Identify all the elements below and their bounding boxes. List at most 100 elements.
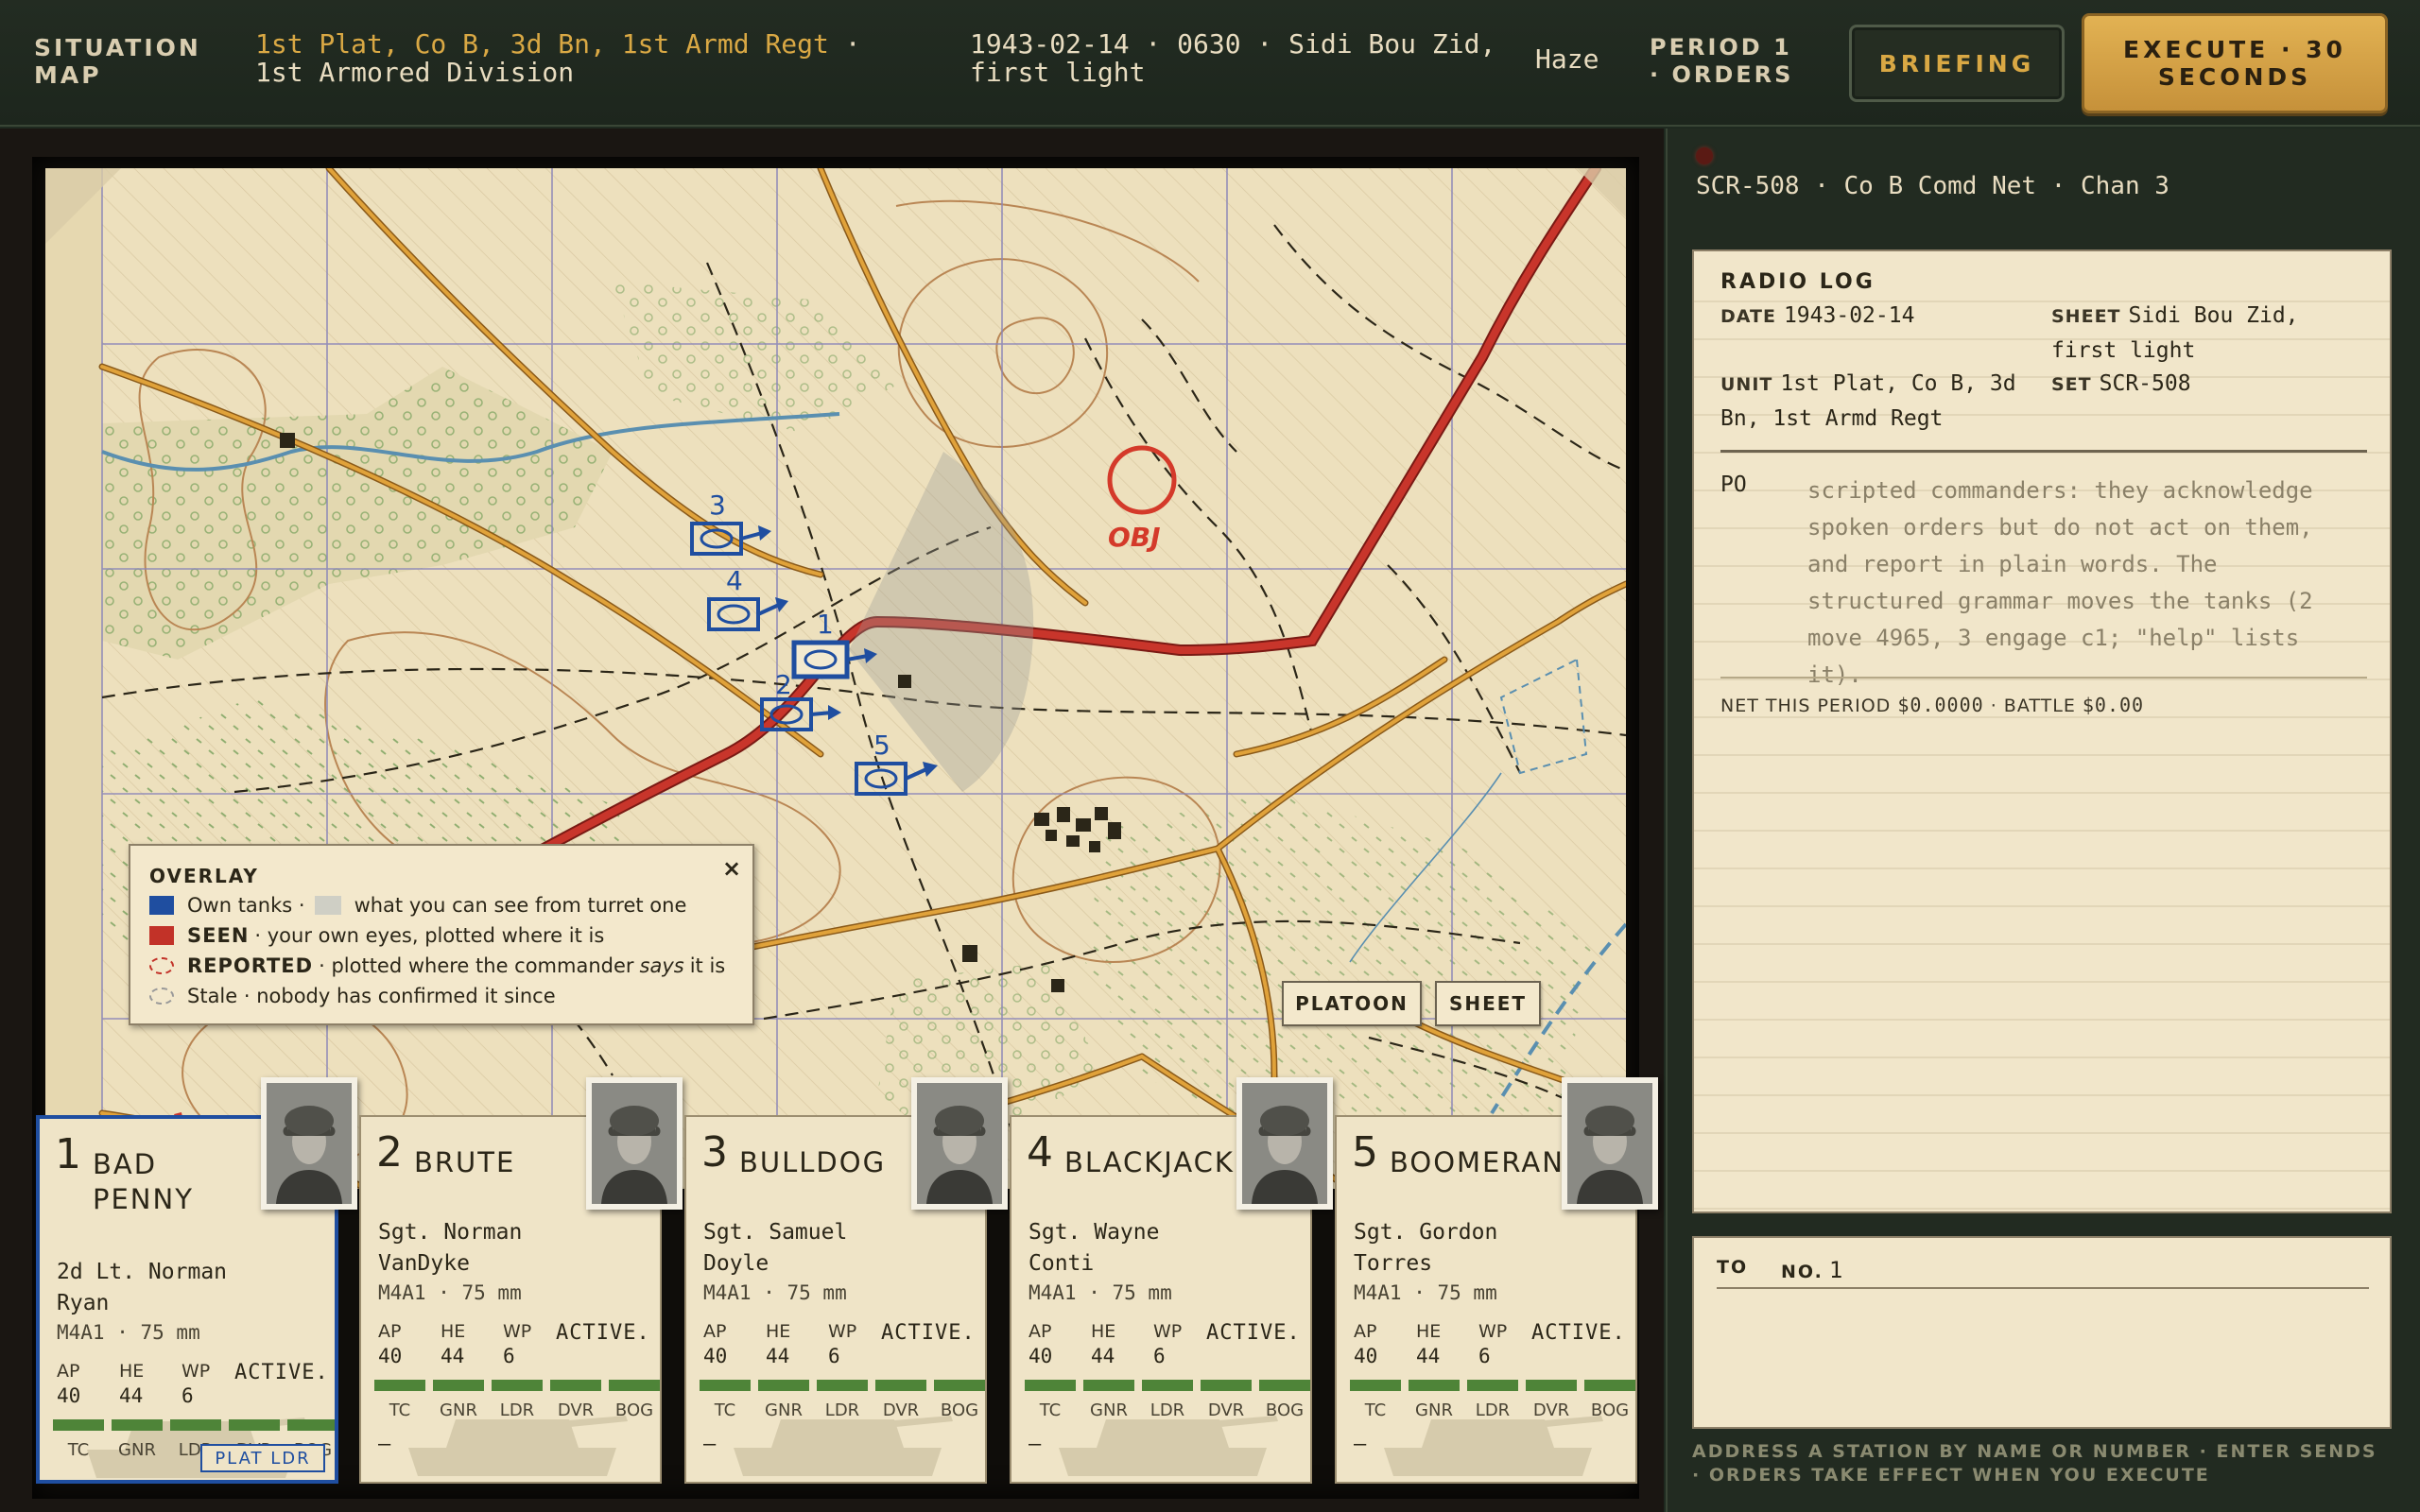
stat-value: 44 xyxy=(119,1384,144,1407)
overlay-title: OVERLAY xyxy=(149,865,259,887)
tank-note: — xyxy=(378,1433,391,1456)
sheet-button[interactable]: SHEET xyxy=(1435,981,1541,1026)
crew-ldr: LDR xyxy=(1142,1380,1193,1420)
commander-photo xyxy=(911,1077,1008,1210)
crew-status: TCGNRLDRDVRBOG xyxy=(374,1380,660,1420)
stat-value: 6 xyxy=(828,1345,840,1367)
stat-value: 6 xyxy=(182,1384,194,1407)
legend-stale: Stale · nobody has confirmed it since xyxy=(149,983,556,1009)
stat-label: AP xyxy=(1028,1321,1052,1342)
crew-gnr: GNR xyxy=(758,1380,809,1420)
stat-label: HE xyxy=(1416,1321,1442,1342)
crew-gnr: GNR xyxy=(1409,1380,1460,1420)
stat-value: 40 xyxy=(703,1345,728,1367)
addressee-number: 1 xyxy=(1828,1257,1845,1283)
ammo-wp: WP 6 xyxy=(182,1359,210,1408)
field-key: UNIT xyxy=(1720,374,1773,395)
legend-seen: SEEN · your own eyes, plotted where it i… xyxy=(149,922,604,949)
crew-dvr: DVR xyxy=(550,1380,601,1420)
tank-commander: Sgt. Wayne Conti xyxy=(1028,1220,1160,1276)
tank-vehicle: M4A1 · 75 mm xyxy=(57,1321,200,1344)
top-bar: SITUATION MAP 1st Plat, Co B, 3d Bn, 1st… xyxy=(0,0,2420,127)
field-key: DATE xyxy=(1720,306,1776,327)
tank-status: ACTIVE. xyxy=(234,1361,329,1384)
stat-label: AP xyxy=(1354,1321,1377,1342)
field-value: SCR-508 xyxy=(2099,371,2191,396)
radio-log-title: RADIO LOG xyxy=(1720,270,1876,294)
stat-label: HE xyxy=(1091,1321,1116,1342)
field-key: SHEET xyxy=(2051,306,2121,327)
legend-label: · plotted where the commander xyxy=(319,954,634,977)
tank-number: 4 xyxy=(1027,1128,1053,1177)
commander-portrait-icon xyxy=(592,1083,677,1204)
crew-tc: TC xyxy=(53,1419,104,1460)
legend-reported: REPORTED · plotted where the commander s… xyxy=(149,953,725,979)
close-icon[interactable]: × xyxy=(722,855,741,882)
crew-tc: TC xyxy=(700,1380,751,1420)
field-key: SET xyxy=(2051,374,2092,395)
log-set: SET SCR-508 xyxy=(2051,367,2373,402)
crew-gnr: GNR xyxy=(1083,1380,1134,1420)
legend-label: it is xyxy=(689,954,726,977)
commander-photo xyxy=(586,1077,683,1210)
stat-label: AP xyxy=(57,1361,80,1382)
situation-map[interactable]: OBJ 3 4 1 2 5 xyxy=(45,168,1626,1189)
tank-commander: Sgt. Norman VanDyke xyxy=(378,1220,523,1276)
tank-marker-label: 3 xyxy=(709,490,726,521)
stat-value: 40 xyxy=(57,1384,81,1407)
net-key: NET THIS PERIOD xyxy=(1720,696,1892,716)
tank-note: — xyxy=(703,1433,717,1456)
legend-label: Own tanks · xyxy=(187,894,305,917)
tank-number: 5 xyxy=(1352,1128,1378,1177)
stat-label: HE xyxy=(766,1321,791,1342)
crew-dvr: DVR xyxy=(875,1380,926,1420)
crew-gnr: GNR xyxy=(112,1419,163,1460)
tank-vehicle: M4A1 · 75 mm xyxy=(703,1281,847,1304)
message-input[interactable] xyxy=(1715,1297,2373,1418)
stat-label: WP xyxy=(1478,1321,1508,1342)
execute-button[interactable]: EXECUTE · 30 SECONDS xyxy=(2082,13,2388,113)
battle-key: · BATTLE xyxy=(1990,696,2076,716)
stat-label: AP xyxy=(378,1321,402,1342)
divider xyxy=(1720,677,2367,679)
radio-led-icon xyxy=(1696,147,1713,164)
tank-marker-label: 5 xyxy=(873,730,890,761)
ammo-wp: WP 6 xyxy=(1478,1319,1507,1368)
legend-key: REPORTED xyxy=(187,954,314,977)
crew-ldr: LDR xyxy=(817,1380,868,1420)
crew-ldr: LDR xyxy=(1467,1380,1518,1420)
commander-portrait-icon xyxy=(917,1083,1002,1204)
crew-tc: TC xyxy=(1025,1380,1076,1420)
stat-value: 6 xyxy=(1478,1345,1491,1367)
radio-log: RADIO LOG DATE 1943-02-14 SHEET Sidi Bou Z… xyxy=(1692,249,2392,1213)
commander-portrait-icon xyxy=(1567,1083,1652,1204)
crew-tc: TC xyxy=(1350,1380,1401,1420)
ammo-wp: WP 6 xyxy=(828,1319,856,1368)
ammo-he: HE 44 xyxy=(1091,1319,1115,1368)
ammo-ap: AP 40 xyxy=(703,1319,727,1368)
crew-bog: BOG xyxy=(1259,1380,1310,1420)
legend-label: Stale · nobody has confirmed it since xyxy=(187,985,556,1007)
tank-name: BAD PENNY xyxy=(93,1148,194,1215)
radio-net: SCR-508 · Co B Comd Net · Chan 3 xyxy=(1696,172,2169,200)
tank-vehicle: M4A1 · 75 mm xyxy=(378,1281,522,1304)
objective-label: OBJ xyxy=(1108,522,1161,553)
addressee[interactable]: NO. 1 xyxy=(1781,1257,1844,1283)
seen-swatch xyxy=(149,926,174,945)
ammo-he: HE 44 xyxy=(1416,1319,1441,1368)
ammo-wp: WP 6 xyxy=(1153,1319,1182,1368)
plat-ldr-badge: PLAT LDR xyxy=(200,1444,325,1472)
crew-bog: BOG xyxy=(609,1380,660,1420)
crew-status: TCGNRLDRDVRBOG xyxy=(700,1380,985,1420)
commander-portrait-icon xyxy=(1242,1083,1327,1204)
platoon-button[interactable]: PLATOON xyxy=(1282,981,1422,1026)
briefing-button[interactable]: BRIEFING xyxy=(1849,25,2065,102)
tank-marker-label: 2 xyxy=(775,669,792,700)
tank-marker-label: 4 xyxy=(726,565,743,596)
divider xyxy=(1720,450,2367,453)
overlay-legend: OVERLAY × Own tanks · what you can see f… xyxy=(129,844,754,1025)
ammo-ap: AP 40 xyxy=(1354,1319,1377,1368)
tank-status: ACTIVE. xyxy=(556,1321,650,1345)
tank-note: — xyxy=(1354,1433,1367,1456)
crew-bog: BOG xyxy=(1584,1380,1635,1420)
